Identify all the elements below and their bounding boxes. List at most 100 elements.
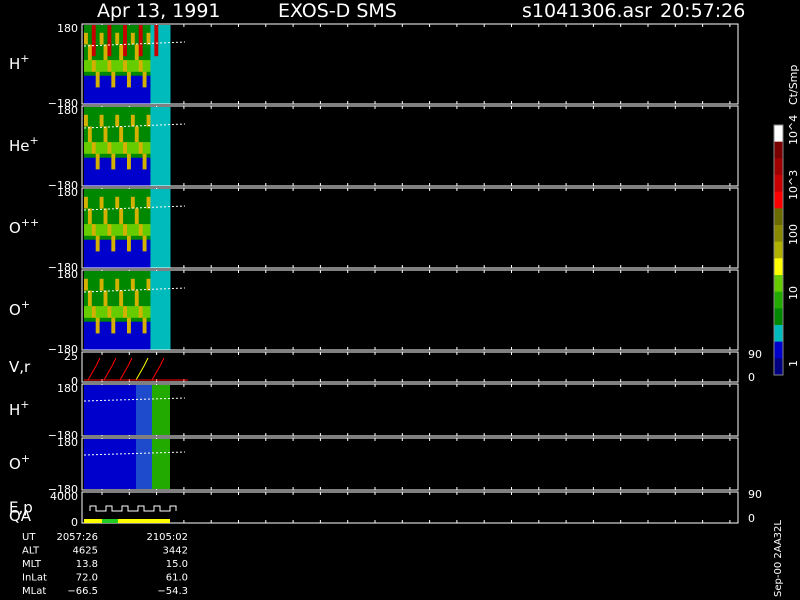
heat-cell <box>158 60 163 65</box>
heat-cell <box>130 44 136 49</box>
heat-cell <box>162 60 167 65</box>
heat-cell <box>95 146 101 151</box>
heat-cell <box>130 52 136 57</box>
heat-cell <box>111 177 116 182</box>
heat-cell <box>99 83 105 88</box>
heat-cell <box>134 83 140 88</box>
heat-cell <box>134 278 140 284</box>
heat-cell <box>150 189 155 194</box>
heat-cell <box>107 216 112 221</box>
heat-cell <box>103 165 108 170</box>
heat-cell <box>130 317 136 323</box>
heat-cell <box>166 67 171 73</box>
heat-cell <box>127 329 132 334</box>
heat-cell <box>162 310 167 315</box>
heat-cell <box>130 87 136 92</box>
heat-cell <box>127 259 132 264</box>
heat-cell <box>123 142 128 147</box>
heat-cell <box>142 64 148 69</box>
heat-cell <box>162 146 167 151</box>
heat-cell <box>130 64 136 69</box>
colorbar-segment <box>774 125 783 143</box>
heat-cell <box>162 161 167 166</box>
heat-cell <box>166 153 171 159</box>
heat-cell <box>142 263 148 268</box>
heat-cell <box>127 220 132 225</box>
heat-cell <box>154 165 159 170</box>
heat-cell <box>103 189 108 194</box>
heat-block <box>152 385 170 435</box>
heat-cell <box>84 192 89 198</box>
heat-cell <box>130 67 136 73</box>
heat-cell <box>123 239 128 245</box>
heat-cell <box>84 181 89 186</box>
heat-cell <box>84 263 89 268</box>
heat-cell <box>138 99 144 104</box>
heat-cell <box>166 83 171 88</box>
heat-cell <box>119 87 124 92</box>
heat-cell <box>111 91 116 96</box>
heat-cell <box>146 110 151 116</box>
heat-cell <box>150 302 155 307</box>
heat-cell <box>123 181 128 186</box>
heat-cell <box>115 48 120 53</box>
heat-cell <box>138 341 144 346</box>
heat-cell <box>166 274 171 280</box>
heat-cell <box>87 192 93 198</box>
heat-cell <box>166 231 171 237</box>
heat-cell <box>103 87 108 92</box>
heat-cell <box>99 251 105 256</box>
heat-cell <box>123 189 128 194</box>
heat-cell <box>162 255 167 260</box>
heat-cell <box>111 130 116 135</box>
heat-cell <box>150 134 155 139</box>
heat-cell <box>87 259 93 264</box>
heat-cell <box>154 79 159 84</box>
heat-cell <box>146 192 151 198</box>
heat-cell <box>138 317 144 323</box>
heat-cell <box>138 337 144 342</box>
heat-cell <box>158 200 163 206</box>
heat-cell <box>95 341 101 346</box>
heat-cell <box>99 231 105 237</box>
heat-cell <box>166 290 171 295</box>
heat-cell <box>130 333 136 338</box>
heat-cell <box>130 208 136 213</box>
heat-cell <box>134 228 140 233</box>
heat-cell <box>158 259 163 264</box>
heat-cell <box>127 87 132 92</box>
heat-cell <box>107 302 112 307</box>
heat-cell <box>111 71 116 77</box>
x-axis-row-start: 72.0 <box>76 573 98 584</box>
heat-cell <box>150 32 155 38</box>
heat-cell <box>138 228 144 233</box>
heat-cell <box>130 110 136 116</box>
heat-cell <box>134 337 140 342</box>
heat-cell <box>150 177 155 182</box>
heat-cell <box>111 345 116 350</box>
heat-cell <box>162 192 167 198</box>
heat-cell <box>103 278 108 284</box>
heat-cell <box>158 165 163 170</box>
heat-cell <box>123 110 128 116</box>
heat-cell <box>150 235 155 241</box>
heat-cell <box>103 25 108 30</box>
heat-cell <box>95 263 101 268</box>
heat-cell <box>123 278 128 284</box>
heat-cell <box>154 196 159 202</box>
heat-cell <box>111 146 116 151</box>
heat-cell <box>95 274 101 280</box>
heat-cell <box>154 149 159 155</box>
heat-cell <box>162 220 167 225</box>
heat-cell <box>134 126 140 131</box>
heat-cell <box>142 161 148 166</box>
heat-cell <box>130 173 136 178</box>
heat-cell <box>99 149 105 155</box>
heat-cell <box>99 134 105 139</box>
heat-cell <box>119 149 124 155</box>
heat-cell <box>91 28 97 34</box>
heat-cell <box>115 317 120 323</box>
heat-cell <box>142 165 148 170</box>
heat-cell <box>146 200 151 206</box>
heat-cell <box>158 142 163 147</box>
